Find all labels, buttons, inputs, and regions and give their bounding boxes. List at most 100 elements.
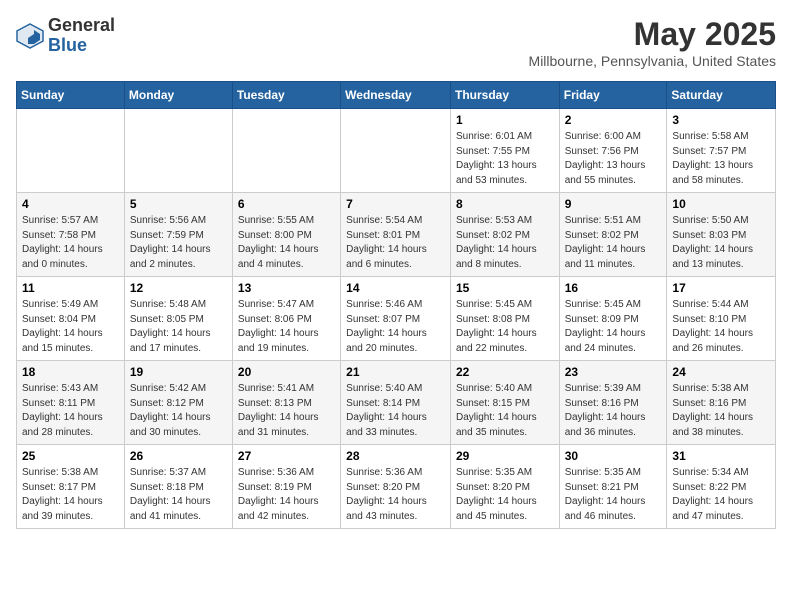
day-number: 9	[565, 197, 662, 211]
calendar-cell: 22 Sunrise: 5:40 AM Sunset: 8:15 PM Dayli…	[450, 361, 559, 445]
day-number: 31	[672, 449, 770, 463]
calendar-cell: 7 Sunrise: 5:54 AM Sunset: 8:01 PM Daylig…	[341, 193, 451, 277]
day-info: Sunrise: 5:49 AM Sunset: 8:04 PM Dayligh…	[22, 298, 119, 356]
day-info: Sunrise: 5:48 AM Sunset: 8:05 PM Dayligh…	[130, 298, 227, 356]
calendar-cell: 15Sunrise: 5:45 AM Sunset: 8:08 PM Dayli…	[450, 277, 559, 361]
calendar-cell: 31Sunrise: 5:34 AM Sunset: 8:22 PM Dayli…	[667, 445, 776, 529]
week-row-1: 1 Sunrise: 6:01 AM Sunset: 7:55 PM Daylig…	[17, 109, 776, 193]
calendar-cell: 2 Sunrise: 6:00 AM Sunset: 7:56 PM Daylig…	[559, 109, 667, 193]
day-info: Sunrise: 5:47 AM Sunset: 8:06 PM Dayligh…	[238, 298, 335, 356]
calendar-cell: 16 Sunrise: 5:45 AM Sunset: 8:09 PM Dayli…	[559, 277, 667, 361]
title-block: May 2025 Millbourne, Pennsylvania, Unite…	[529, 16, 776, 69]
calendar-cell: 9 Sunrise: 5:51 AM Sunset: 8:02 PM Daylig…	[559, 193, 667, 277]
day-info: Sunrise: 5:38 AM Sunset: 8:16 PM Dayligh…	[672, 382, 770, 440]
logo: General Blue	[16, 16, 115, 56]
calendar-cell: 17 Sunrise: 5:44 AM Sunset: 8:10 PM Dayli…	[667, 277, 776, 361]
day-number: 4	[22, 197, 119, 211]
col-header-saturday: Saturday	[667, 82, 776, 109]
day-info: Sunrise: 5:54 AM Sunset: 8:01 PM Dayligh…	[346, 214, 445, 272]
day-number: 23	[565, 365, 662, 379]
calendar-cell: 27 Sunrise: 5:36 AM Sunset: 8:19 PM Dayli…	[232, 445, 340, 529]
day-info: Sunrise: 5:40 AM Sunset: 8:14 PM Dayligh…	[346, 382, 445, 440]
calendar-cell: 13Sunrise: 5:47 AM Sunset: 8:06 PM Dayli…	[232, 277, 340, 361]
day-number: 2	[565, 113, 662, 127]
day-info: Sunrise: 5:44 AM Sunset: 8:10 PM Dayligh…	[672, 298, 770, 356]
day-number: 25	[22, 449, 119, 463]
day-number: 19	[130, 365, 227, 379]
calendar-cell: 5 Sunrise: 5:56 AM Sunset: 7:59 PM Daylig…	[124, 193, 232, 277]
calendar-cell: 24 Sunrise: 5:38 AM Sunset: 8:16 PM Dayli…	[667, 361, 776, 445]
calendar-cell: 6 Sunrise: 5:55 AM Sunset: 8:00 PM Daylig…	[232, 193, 340, 277]
logo-text: General Blue	[48, 16, 115, 56]
day-number: 26	[130, 449, 227, 463]
day-info: Sunrise: 5:56 AM Sunset: 7:59 PM Dayligh…	[130, 214, 227, 272]
day-number: 3	[672, 113, 770, 127]
day-number: 14	[346, 281, 445, 295]
page-header: General Blue May 2025 Millbourne, Pennsy…	[16, 16, 776, 69]
day-number: 28	[346, 449, 445, 463]
calendar-cell	[232, 109, 340, 193]
logo-icon	[16, 22, 44, 50]
calendar-subtitle: Millbourne, Pennsylvania, United States	[529, 53, 776, 69]
day-info: Sunrise: 5:36 AM Sunset: 8:19 PM Dayligh…	[238, 466, 335, 524]
week-row-3: 11 Sunrise: 5:49 AM Sunset: 8:04 PM Dayli…	[17, 277, 776, 361]
day-info: Sunrise: 5:35 AM Sunset: 8:20 PM Dayligh…	[456, 466, 554, 524]
day-info: Sunrise: 6:01 AM Sunset: 7:55 PM Dayligh…	[456, 130, 554, 188]
col-header-sunday: Sunday	[17, 82, 125, 109]
calendar-cell: 14 Sunrise: 5:46 AM Sunset: 8:07 PM Dayli…	[341, 277, 451, 361]
day-number: 5	[130, 197, 227, 211]
calendar-cell: 23 Sunrise: 5:39 AM Sunset: 8:16 PM Dayli…	[559, 361, 667, 445]
day-info: Sunrise: 5:36 AM Sunset: 8:20 PM Dayligh…	[346, 466, 445, 524]
day-number: 11	[22, 281, 119, 295]
calendar-cell	[341, 109, 451, 193]
calendar-table: SundayMondayTuesdayWednesdayThursdayFrid…	[16, 81, 776, 529]
day-info: Sunrise: 5:53 AM Sunset: 8:02 PM Dayligh…	[456, 214, 554, 272]
day-info: Sunrise: 5:51 AM Sunset: 8:02 PM Dayligh…	[565, 214, 662, 272]
day-number: 6	[238, 197, 335, 211]
calendar-cell: 10Sunrise: 5:50 AM Sunset: 8:03 PM Dayli…	[667, 193, 776, 277]
calendar-cell: 30 Sunrise: 5:35 AM Sunset: 8:21 PM Dayli…	[559, 445, 667, 529]
day-info: Sunrise: 5:35 AM Sunset: 8:21 PM Dayligh…	[565, 466, 662, 524]
col-header-tuesday: Tuesday	[232, 82, 340, 109]
day-number: 1	[456, 113, 554, 127]
calendar-title: May 2025	[529, 16, 776, 53]
day-info: Sunrise: 5:39 AM Sunset: 8:16 PM Dayligh…	[565, 382, 662, 440]
day-number: 29	[456, 449, 554, 463]
calendar-cell: 25 Sunrise: 5:38 AM Sunset: 8:17 PM Dayli…	[17, 445, 125, 529]
day-number: 22	[456, 365, 554, 379]
day-number: 10	[672, 197, 770, 211]
day-info: Sunrise: 5:45 AM Sunset: 8:09 PM Dayligh…	[565, 298, 662, 356]
day-number: 17	[672, 281, 770, 295]
col-header-wednesday: Wednesday	[341, 82, 451, 109]
day-info: Sunrise: 5:42 AM Sunset: 8:12 PM Dayligh…	[130, 382, 227, 440]
calendar-cell: 11 Sunrise: 5:49 AM Sunset: 8:04 PM Dayli…	[17, 277, 125, 361]
header-row: SundayMondayTuesdayWednesdayThursdayFrid…	[17, 82, 776, 109]
day-number: 12	[130, 281, 227, 295]
day-info: Sunrise: 5:58 AM Sunset: 7:57 PM Dayligh…	[672, 130, 770, 188]
day-info: Sunrise: 5:40 AM Sunset: 8:15 PM Dayligh…	[456, 382, 554, 440]
calendar-cell: 18Sunrise: 5:43 AM Sunset: 8:11 PM Dayli…	[17, 361, 125, 445]
day-info: Sunrise: 5:37 AM Sunset: 8:18 PM Dayligh…	[130, 466, 227, 524]
calendar-cell: 12 Sunrise: 5:48 AM Sunset: 8:05 PM Dayli…	[124, 277, 232, 361]
day-info: Sunrise: 5:38 AM Sunset: 8:17 PM Dayligh…	[22, 466, 119, 524]
day-number: 21	[346, 365, 445, 379]
week-row-2: 4Sunrise: 5:57 AM Sunset: 7:58 PM Daylig…	[17, 193, 776, 277]
calendar-cell: 20Sunrise: 5:41 AM Sunset: 8:13 PM Dayli…	[232, 361, 340, 445]
day-number: 15	[456, 281, 554, 295]
day-info: Sunrise: 5:46 AM Sunset: 8:07 PM Dayligh…	[346, 298, 445, 356]
week-row-4: 18Sunrise: 5:43 AM Sunset: 8:11 PM Dayli…	[17, 361, 776, 445]
day-info: Sunrise: 6:00 AM Sunset: 7:56 PM Dayligh…	[565, 130, 662, 188]
calendar-cell: 1 Sunrise: 6:01 AM Sunset: 7:55 PM Daylig…	[450, 109, 559, 193]
day-info: Sunrise: 5:55 AM Sunset: 8:00 PM Dayligh…	[238, 214, 335, 272]
day-number: 24	[672, 365, 770, 379]
calendar-cell: 26 Sunrise: 5:37 AM Sunset: 8:18 PM Dayli…	[124, 445, 232, 529]
day-number: 20	[238, 365, 335, 379]
day-info: Sunrise: 5:43 AM Sunset: 8:11 PM Dayligh…	[22, 382, 119, 440]
day-number: 30	[565, 449, 662, 463]
col-header-thursday: Thursday	[450, 82, 559, 109]
day-number: 27	[238, 449, 335, 463]
calendar-cell	[17, 109, 125, 193]
calendar-cell: 29 Sunrise: 5:35 AM Sunset: 8:20 PM Dayli…	[450, 445, 559, 529]
day-number: 16	[565, 281, 662, 295]
day-number: 7	[346, 197, 445, 211]
